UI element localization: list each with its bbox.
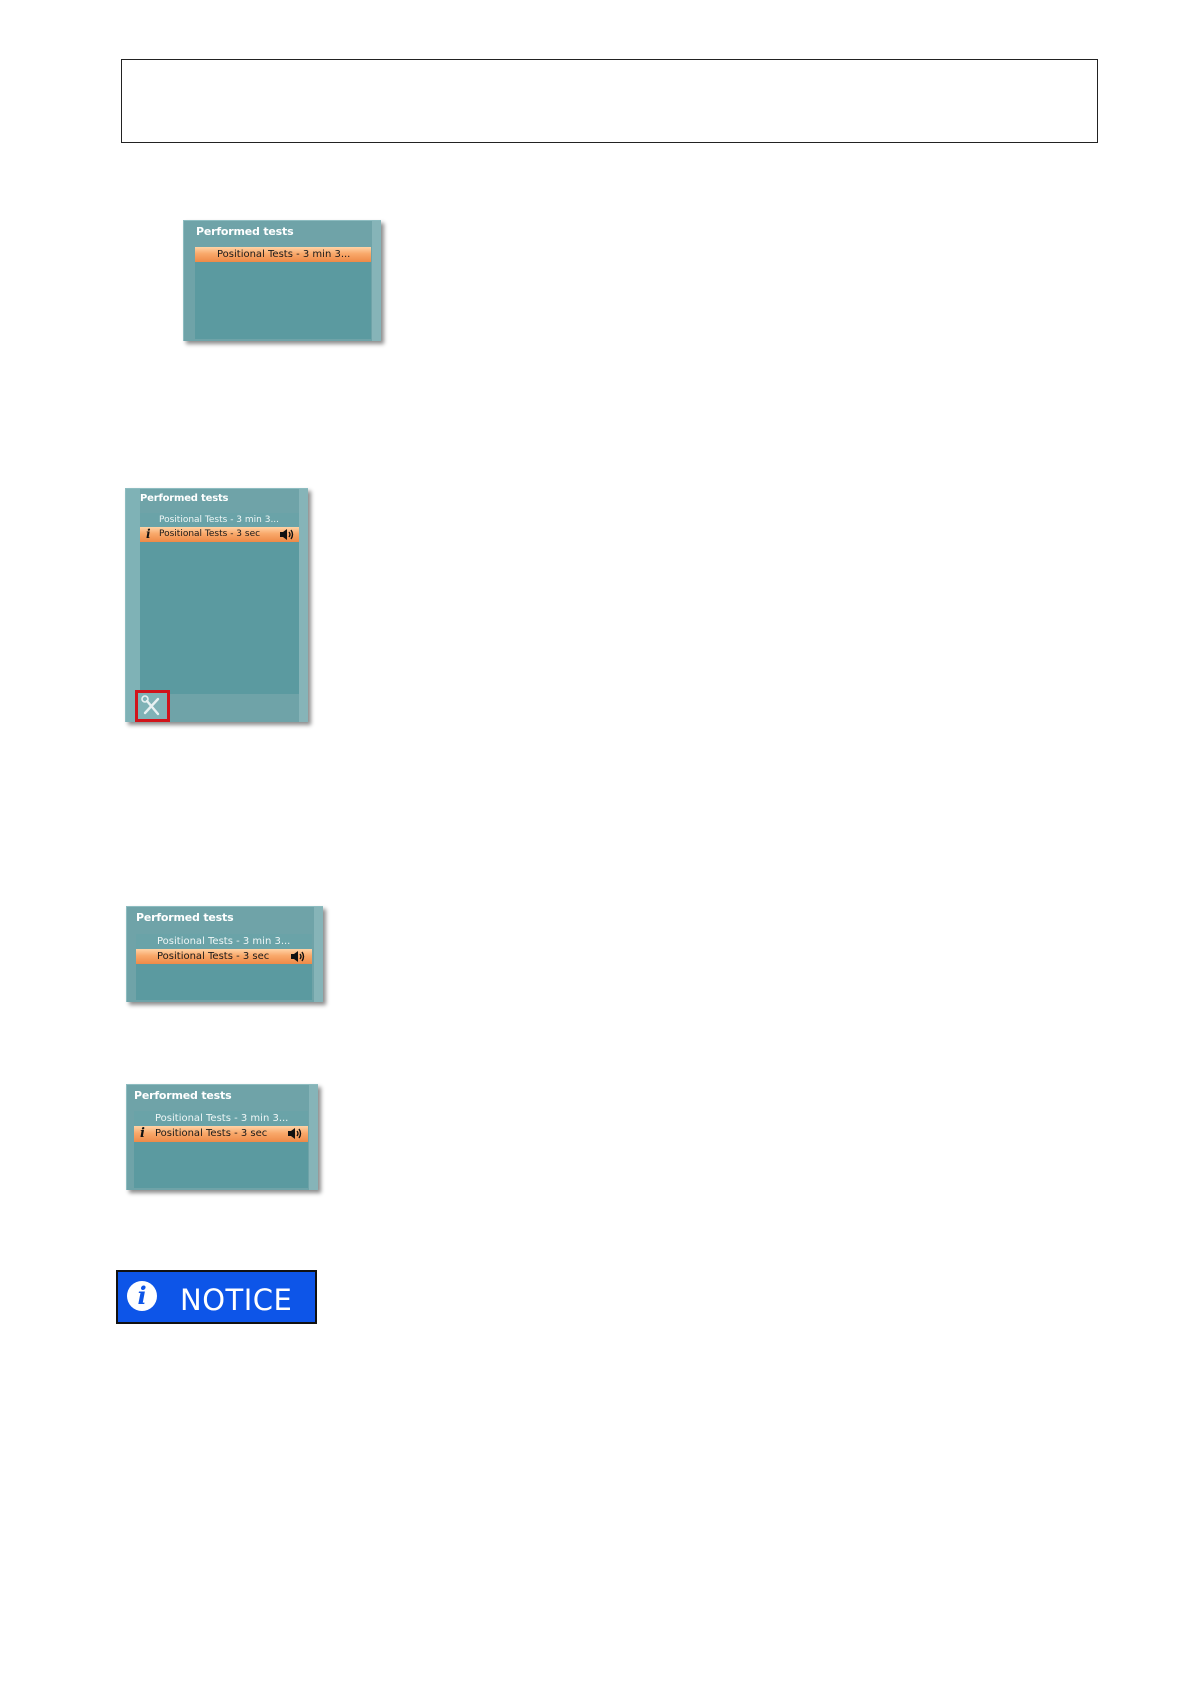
list-item-label: Positional Tests - 3 min 3... <box>157 936 291 947</box>
list-item[interactable]: i Positional Tests - 3 sec <box>140 527 299 542</box>
speaker-icon[interactable] <box>287 1127 303 1140</box>
panel-side-strip <box>299 489 308 722</box>
remove-test-button[interactable] <box>135 690 170 722</box>
header-box <box>121 59 1098 143</box>
info-icon[interactable]: i <box>146 527 151 542</box>
panel-title: Performed tests <box>140 493 229 504</box>
list-item[interactable]: Positional Tests - 3 sec <box>136 949 312 964</box>
speaker-icon[interactable] <box>290 950 306 963</box>
test-list: Positional Tests - 3 min 3... i Position… <box>140 513 299 694</box>
list-item-label: Positional Tests - 3 min 3... <box>155 1113 289 1124</box>
panel-title: Performed tests <box>134 1089 232 1102</box>
panel-side-strip <box>309 1085 318 1190</box>
speaker-icon[interactable] <box>279 528 295 541</box>
notice-label: NOTICE <box>180 1283 293 1317</box>
performed-tests-panel: Performed tests Positional Tests - 3 min… <box>126 906 323 1002</box>
list-item[interactable]: i Positional Tests - 3 sec <box>134 1126 308 1142</box>
test-list: Positional Tests - 3 min 3... <box>195 247 371 339</box>
panel-side-strip <box>372 221 381 341</box>
panel-side-strip <box>314 907 323 1002</box>
list-item-label: Positional Tests - 3 sec <box>157 951 270 962</box>
test-list: Positional Tests - 3 min 3... Positional… <box>136 934 312 1000</box>
scissors-icon <box>141 695 160 716</box>
list-item-label: Positional Tests - 3 sec <box>155 1128 268 1139</box>
test-list: Positional Tests - 3 min 3... i Position… <box>134 1111 308 1188</box>
list-item[interactable]: Positional Tests - 3 min 3... <box>195 247 371 262</box>
list-item[interactable]: Positional Tests - 3 min 3... <box>140 513 299 527</box>
list-item-label: Positional Tests - 3 min 3... <box>159 515 280 525</box>
panel-side-strip <box>126 489 140 722</box>
performed-tests-panel: Performed tests Positional Tests - 3 min… <box>125 488 308 722</box>
performed-tests-panel: Performed tests Positional Tests - 3 min… <box>126 1084 318 1190</box>
notice-banner: i NOTICE <box>116 1270 317 1324</box>
performed-tests-panel: Performed tests Positional Tests - 3 min… <box>183 220 381 341</box>
list-item-label: Positional Tests - 3 sec <box>159 529 261 539</box>
panel-title: Performed tests <box>196 225 294 238</box>
panel-title: Performed tests <box>136 911 234 924</box>
list-item[interactable]: Positional Tests - 3 min 3... <box>136 934 312 949</box>
info-icon: i <box>127 1281 157 1311</box>
list-item-label: Positional Tests - 3 min 3... <box>217 249 351 260</box>
list-item[interactable]: Positional Tests - 3 min 3... <box>134 1111 308 1126</box>
info-icon[interactable]: i <box>140 1126 145 1142</box>
